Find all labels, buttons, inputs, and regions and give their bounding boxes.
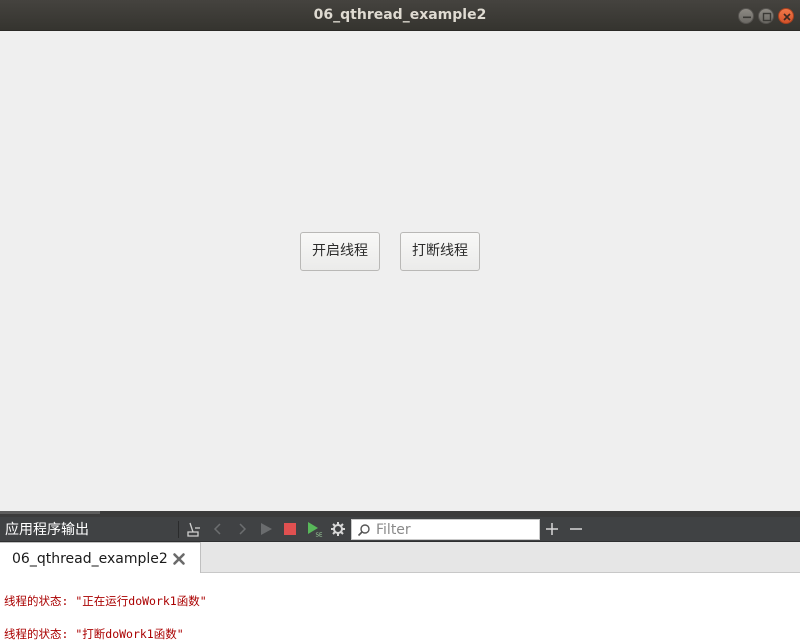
output-line: 线程的状态: "正在运行doWork1函数" <box>4 594 207 608</box>
toolbar-separator <box>178 521 179 538</box>
output-line: 线程的状态: "打断doWork1函数" <box>4 627 184 640</box>
tab-label: 06_qthread_example2 <box>12 551 168 567</box>
window-titlebar[interactable]: 06_qthread_example2 <box>0 0 800 31</box>
next-icon[interactable] <box>232 519 252 539</box>
tab-06-qthread-example2[interactable]: 06_qthread_example2 <box>0 542 201 574</box>
tab-close-icon[interactable] <box>172 552 186 566</box>
maximize-icon[interactable] <box>758 8 774 24</box>
clear-icon[interactable] <box>184 519 204 539</box>
main-client-area: 开启线程 打断线程 <box>0 31 800 511</box>
splitter-handle <box>0 511 100 514</box>
filter-field[interactable] <box>351 519 540 540</box>
svg-text:SE: SE <box>316 533 323 539</box>
start-thread-button[interactable]: 开启线程 <box>300 232 380 271</box>
output-tab-bar: 06_qthread_example2 <box>0 542 800 574</box>
window-title: 06_qthread_example2 <box>313 7 487 23</box>
stop-icon[interactable] <box>280 519 300 539</box>
search-icon <box>357 524 370 537</box>
previous-icon[interactable] <box>208 519 228 539</box>
interrupt-thread-button[interactable]: 打断线程 <box>400 232 480 271</box>
minimize-icon[interactable] <box>738 8 754 24</box>
output-pane-toolbar: 应用程序输出 SE <box>0 517 800 542</box>
application-output[interactable]: 线程的状态: "正在运行doWork1函数" 线程的状态: "打断doWork1… <box>0 573 800 640</box>
close-icon[interactable] <box>778 8 794 24</box>
zoom-out-icon[interactable] <box>566 519 586 539</box>
filter-input[interactable] <box>376 521 536 538</box>
debug-run-icon[interactable]: SE <box>304 519 324 539</box>
settings-icon[interactable] <box>328 519 348 539</box>
output-pane-title: 应用程序输出 <box>5 522 89 538</box>
zoom-in-icon[interactable] <box>542 519 562 539</box>
run-icon[interactable] <box>256 519 276 539</box>
